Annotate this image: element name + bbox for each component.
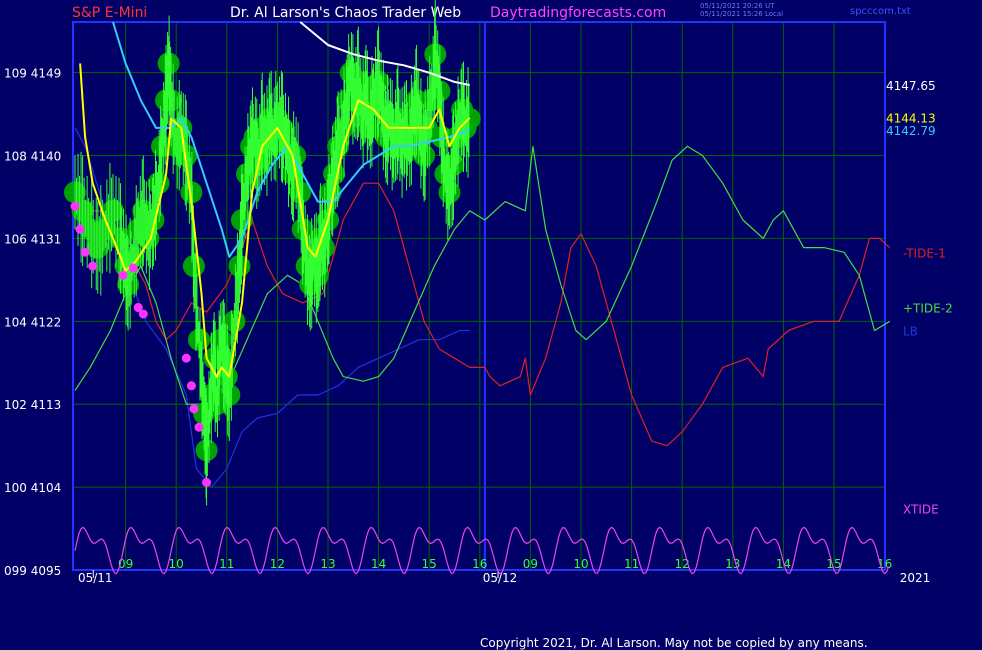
x-date-label: 2021 xyxy=(900,571,931,585)
x-tick-label: 16 xyxy=(472,557,487,571)
series-name-label: XTIDE xyxy=(903,502,939,516)
price-bars xyxy=(74,0,470,506)
signal-dot xyxy=(128,263,138,273)
x-tick-label: 11 xyxy=(624,557,639,571)
series-name-label: +TIDE-2 xyxy=(903,302,953,316)
signal-dot xyxy=(138,309,148,319)
x-tick-label: 15 xyxy=(422,557,437,571)
x-tick-label: 10 xyxy=(573,557,588,571)
x-tick-label: 10 xyxy=(169,557,184,571)
series-name-label: -TIDE-1 xyxy=(903,246,946,260)
y-tick-label: 106 4131 xyxy=(4,232,61,246)
y-tick-label: 104 4122 xyxy=(4,315,61,329)
price-chart: 099 4095 100 4104 102 4113 104 4122 106 4131… xyxy=(4,0,953,585)
x-date-label: 05/11 xyxy=(78,571,113,585)
signal-dot xyxy=(80,247,90,257)
signal-dot xyxy=(186,381,196,391)
signal-dot xyxy=(88,261,98,271)
x-tick-label: 09 xyxy=(523,557,538,571)
signal-dot xyxy=(202,478,212,488)
last-value-label: 4142.79 xyxy=(886,124,936,138)
y-tick-label: 102 4113 xyxy=(4,398,61,412)
series-name-label: LB xyxy=(903,325,918,339)
y-tick-label: 099 4095 xyxy=(4,564,61,578)
signal-dot xyxy=(181,353,191,363)
copyright-notice: Copyright 2021, Dr. Al Larson. May not b… xyxy=(480,636,868,650)
y-tick-label: 109 4149 xyxy=(4,67,61,81)
signal-dot xyxy=(189,404,199,414)
signal-dot xyxy=(118,270,128,280)
y-tick-label: 100 4104 xyxy=(4,481,61,495)
signal-dot xyxy=(194,422,204,432)
y-tick-label: 108 4140 xyxy=(4,150,61,164)
x-tick-label: 12 xyxy=(270,557,285,571)
last-value-label: 4147.65 xyxy=(886,79,936,93)
x-tick-label: 14 xyxy=(371,557,386,571)
x-tick-label: 11 xyxy=(219,557,234,571)
signal-dot xyxy=(75,224,85,234)
signal-dot xyxy=(70,201,80,211)
x-tick-label: 13 xyxy=(320,557,335,571)
